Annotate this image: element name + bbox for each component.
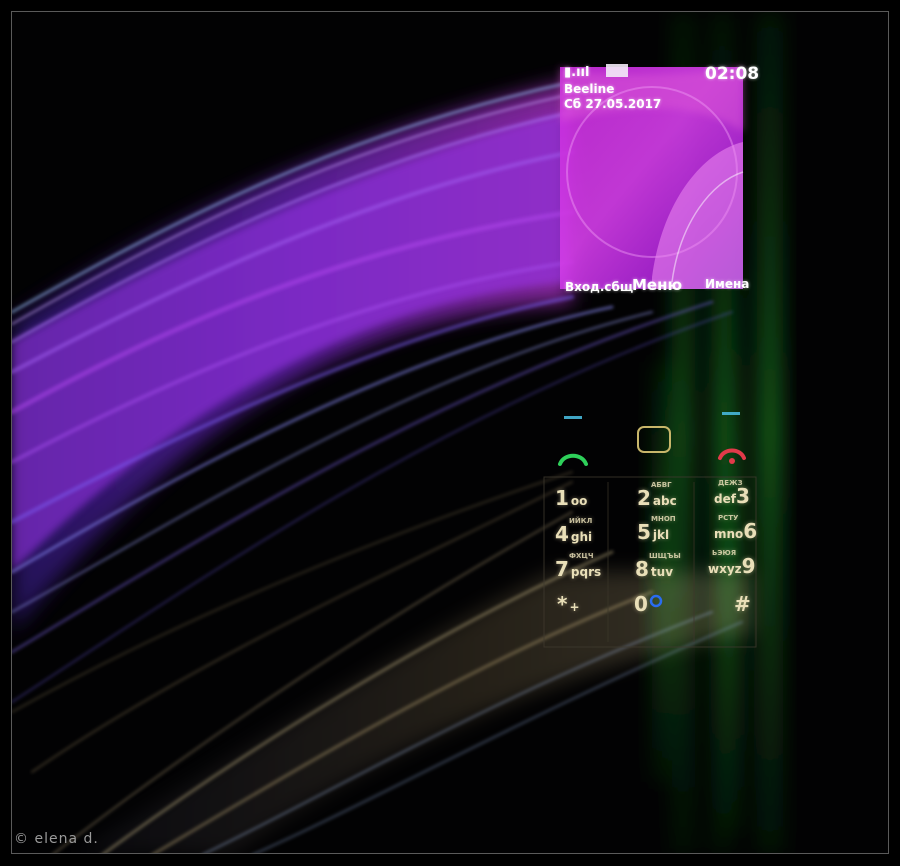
key-hash[interactable]: #	[734, 592, 753, 616]
key-2[interactable]: 2 АБВГ abc	[637, 481, 677, 510]
key-star[interactable]: * +	[557, 592, 580, 616]
clock-time: 02:08	[705, 64, 760, 84]
key-9[interactable]: ЬЭЮЯ wxyz9	[706, 549, 756, 578]
battery-icon	[606, 64, 628, 77]
key-1[interactable]: 1 oo	[555, 486, 587, 510]
softkey-left[interactable]: Вход.сбщ	[565, 280, 633, 294]
operator-name: Beeline	[564, 82, 615, 96]
photo-frame: ▮.ııl 02:08 Beeline Сб 27.05.2017 Вход.с…	[11, 11, 889, 854]
watermark: © elena d.	[14, 831, 99, 847]
call-icon	[558, 453, 588, 466]
softkey-right[interactable]: Имена	[705, 277, 749, 291]
key-5[interactable]: 5 МНОП jkl	[637, 515, 676, 544]
key-3[interactable]: ДЕЖЗ def3	[712, 479, 750, 508]
key-6[interactable]: РСТУ mno6	[712, 514, 757, 543]
key-4[interactable]: 4 ИЙКЛ ghi	[555, 517, 592, 546]
date-label: Сб 27.05.2017	[564, 97, 662, 111]
key-8[interactable]: 8 ШЩЪЫ tuv	[635, 552, 681, 581]
light-painting-image	[12, 12, 783, 853]
signal-indicator: ▮.ııl	[564, 65, 590, 80]
softkey-center[interactable]: Меню	[632, 276, 682, 294]
key-0[interactable]: 0	[634, 592, 650, 616]
key-7[interactable]: 7 ФХЦЧ pqrs	[555, 552, 601, 581]
